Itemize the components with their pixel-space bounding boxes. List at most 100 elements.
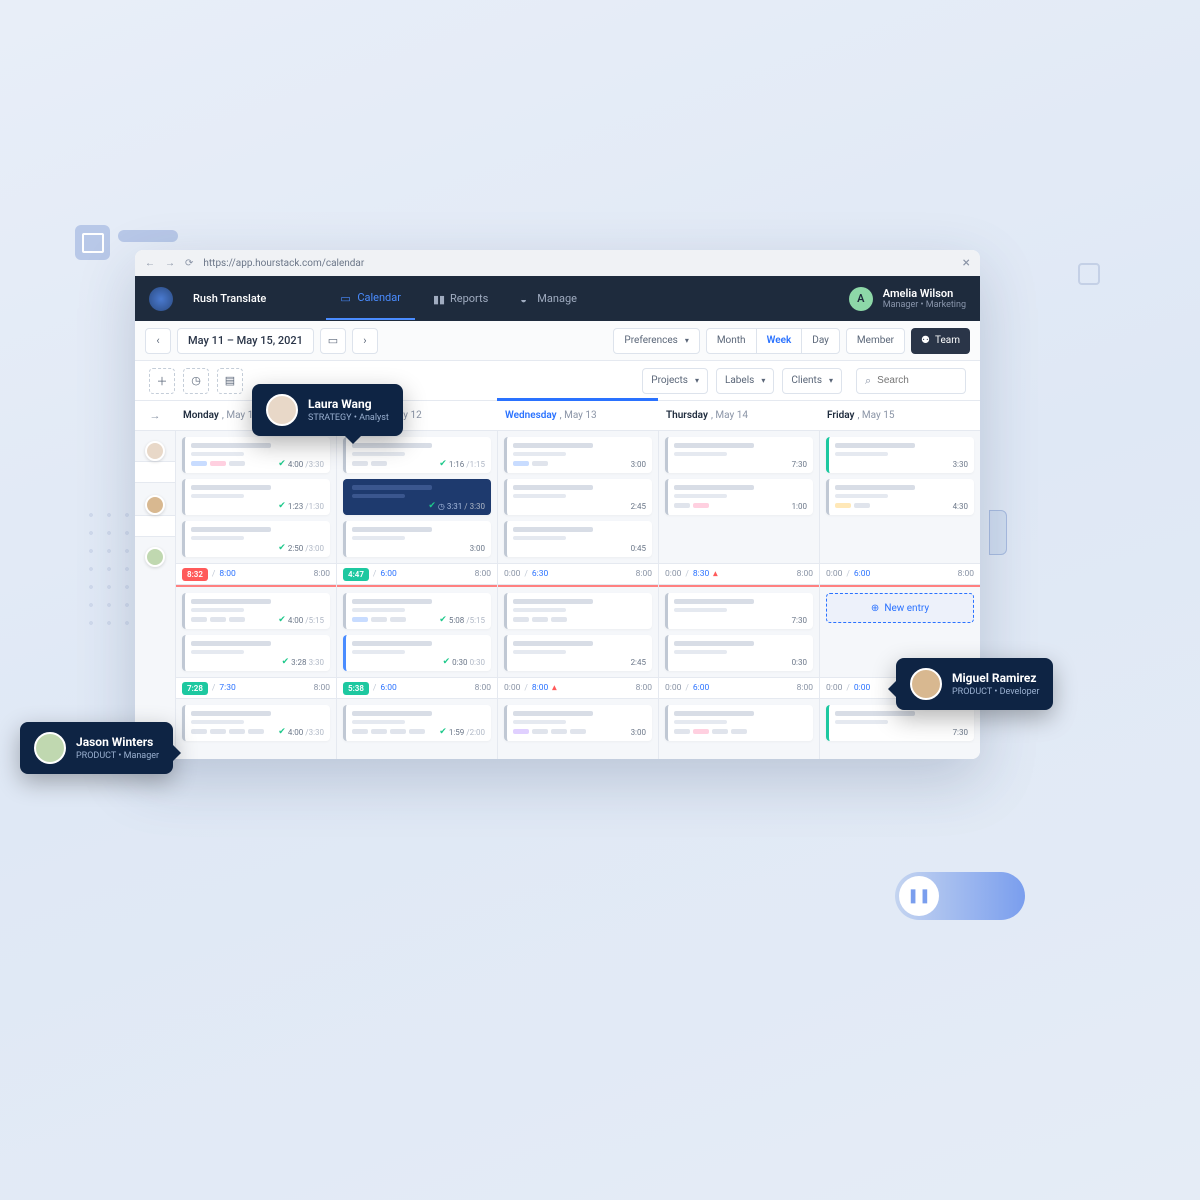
task-card[interactable]: ✔1:59 /2:00 bbox=[343, 705, 491, 741]
day-cell[interactable]: ✔1:16 /1:15 ✔◷ 3:31 / 3:30 3:00 bbox=[336, 431, 497, 563]
view-day[interactable]: Day bbox=[802, 329, 839, 353]
day-cell[interactable]: 3:30 4:30 bbox=[819, 431, 980, 563]
task-card[interactable]: ✔4:00 /5:15 bbox=[182, 593, 330, 629]
task-card[interactable]: 0:45 bbox=[504, 521, 652, 557]
task-card[interactable]: 2:45 bbox=[504, 479, 652, 515]
day-cell[interactable]: ✔4:00 /3:30 ✔1:23 /1:30 ✔2:50 /3:00 bbox=[175, 431, 336, 563]
workspace-logo[interactable] bbox=[149, 287, 173, 311]
day-cell[interactable]: 3:00 2:45 0:45 bbox=[497, 431, 658, 563]
new-entry-button[interactable]: ⊕New entry bbox=[826, 593, 974, 623]
day-cell[interactable]: 7:30 0:30 bbox=[658, 587, 819, 677]
summary-cell: 7:28/7:308:00 bbox=[175, 677, 336, 699]
task-time: 0:30 bbox=[792, 658, 807, 667]
day-cell[interactable]: ✔4:00 /3:30 bbox=[175, 699, 336, 759]
member-avatar[interactable] bbox=[145, 441, 165, 461]
scheduled-time: 6:00 bbox=[693, 683, 709, 693]
plus-icon: ⊕ bbox=[871, 603, 879, 614]
clients-filter[interactable]: Clients bbox=[782, 368, 842, 394]
team-button[interactable]: ⚉Team bbox=[911, 328, 970, 354]
task-card[interactable]: 0:30 bbox=[665, 635, 813, 671]
layout-button[interactable]: ▤ bbox=[217, 368, 243, 394]
tag bbox=[352, 461, 368, 466]
task-card[interactable]: ✔3:28 3:30 bbox=[182, 635, 330, 671]
member-avatar[interactable] bbox=[145, 495, 165, 515]
task-card[interactable]: ✔1:16 /1:15 bbox=[343, 437, 491, 473]
forward-button[interactable]: → bbox=[165, 258, 175, 269]
task-card[interactable]: 1:00 bbox=[665, 479, 813, 515]
view-month[interactable]: Month bbox=[707, 329, 757, 353]
day-cell[interactable] bbox=[658, 699, 819, 759]
date-picker-button[interactable]: ▭ bbox=[320, 328, 346, 354]
tag bbox=[371, 729, 387, 734]
close-icon[interactable]: × bbox=[963, 255, 970, 271]
user-info: Amelia Wilson Manager • Marketing bbox=[883, 287, 966, 311]
avatar bbox=[266, 394, 298, 426]
task-card[interactable]: 3:00 bbox=[504, 437, 652, 473]
day-cell[interactable]: 7:30 1:00 bbox=[658, 431, 819, 563]
day-header[interactable]: Friday, May 15 bbox=[819, 401, 980, 431]
check-icon: ✔ bbox=[278, 727, 286, 737]
task-card[interactable]: 3:30 bbox=[826, 437, 974, 473]
tag bbox=[835, 503, 851, 508]
check-icon: ✔ bbox=[439, 727, 447, 737]
address-bar[interactable]: https://app.hourstack.com/calendar bbox=[203, 258, 952, 269]
day-cell[interactable]: ✔4:00 /5:15 ✔3:28 3:30 bbox=[175, 587, 336, 677]
task-card[interactable]: 7:30 bbox=[665, 593, 813, 629]
task-card[interactable]: 2:45 bbox=[504, 635, 652, 671]
task-card[interactable]: ✔4:00 /3:30 bbox=[182, 437, 330, 473]
search-input[interactable] bbox=[877, 375, 957, 386]
day-cell[interactable]: 3:00 bbox=[497, 699, 658, 759]
task-card[interactable]: ✔0:30 0:30 bbox=[343, 635, 491, 671]
labels-filter[interactable]: Labels bbox=[716, 368, 774, 394]
bg-tab bbox=[989, 510, 1007, 555]
projects-filter[interactable]: Projects bbox=[642, 368, 708, 394]
time-badge: 8:32 bbox=[182, 568, 208, 581]
search-field[interactable]: ⌕ bbox=[856, 368, 966, 394]
task-card[interactable]: 7:30 bbox=[665, 437, 813, 473]
member-gutter bbox=[135, 431, 175, 461]
task-card[interactable] bbox=[665, 705, 813, 741]
task-card[interactable]: ✔◷ 3:31 / 3:30 bbox=[343, 479, 491, 515]
member-avatar[interactable] bbox=[145, 547, 165, 567]
day-header[interactable]: Thursday, May 14 bbox=[658, 401, 819, 431]
member-button[interactable]: Member bbox=[846, 328, 905, 354]
nav-reports[interactable]: ▮▮Reports bbox=[419, 277, 502, 320]
date-range[interactable]: May 11 – May 15, 2021 bbox=[177, 328, 314, 354]
day-cell[interactable]: 2:45 bbox=[497, 587, 658, 677]
add-button[interactable]: ＋ bbox=[149, 368, 175, 394]
pause-toggle[interactable]: ❚❚ bbox=[895, 872, 1025, 920]
day-cell[interactable]: ✔5:08 /5:15 ✔0:30 0:30 bbox=[336, 587, 497, 677]
task-time: ✔4:00 /3:30 bbox=[278, 459, 324, 469]
next-button[interactable]: › bbox=[352, 328, 378, 354]
task-card[interactable]: 3:00 bbox=[504, 705, 652, 741]
task-card[interactable]: 4:30 bbox=[826, 479, 974, 515]
summary-cell: 0:00/6:008:00 bbox=[819, 563, 980, 585]
tag bbox=[693, 729, 709, 734]
timer-button[interactable]: ◷ bbox=[183, 368, 209, 394]
back-button[interactable]: ← bbox=[145, 258, 155, 269]
nav-calendar[interactable]: ▭Calendar bbox=[326, 277, 415, 320]
view-week[interactable]: Week bbox=[757, 329, 803, 353]
nav-manage[interactable]: ◒Manage bbox=[506, 277, 591, 320]
task-card[interactable] bbox=[504, 593, 652, 629]
user-menu[interactable]: A Amelia Wilson Manager • Marketing bbox=[849, 287, 966, 311]
task-time: 3:00 bbox=[631, 728, 646, 737]
task-card[interactable]: 3:00 bbox=[343, 521, 491, 557]
tag bbox=[210, 729, 226, 734]
time-badge: 7:28 bbox=[182, 682, 208, 695]
day-cell[interactable]: ✔1:59 /2:00 bbox=[336, 699, 497, 759]
day-header[interactable]: Wednesday, May 13 bbox=[497, 398, 658, 431]
task-card[interactable]: ✔5:08 /5:15 bbox=[343, 593, 491, 629]
workspace-name[interactable]: Rush Translate bbox=[193, 292, 266, 305]
task-card[interactable]: ✔2:50 /3:00 bbox=[182, 521, 330, 557]
check-icon: ✔ bbox=[282, 657, 290, 667]
expand-icon[interactable]: → bbox=[135, 401, 175, 431]
callout-name: Jason Winters bbox=[76, 735, 159, 749]
reload-button[interactable]: ⟳ bbox=[185, 258, 193, 269]
task-time: ✔1:59 /2:00 bbox=[439, 727, 485, 737]
task-card[interactable]: ✔1:23 /1:30 bbox=[182, 479, 330, 515]
task-card[interactable]: ✔4:00 /3:30 bbox=[182, 705, 330, 741]
preferences-button[interactable]: Preferences bbox=[613, 328, 699, 354]
task-card[interactable]: 7:30 bbox=[826, 705, 974, 741]
prev-button[interactable]: ‹ bbox=[145, 328, 171, 354]
